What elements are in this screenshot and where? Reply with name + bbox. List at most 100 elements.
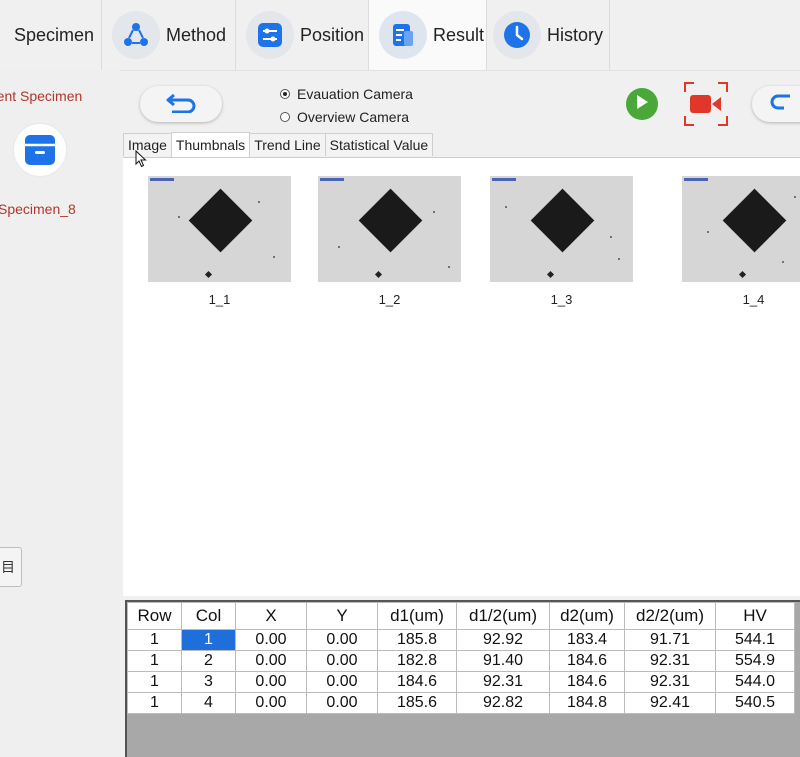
specimen-name: Specimen_8 — [0, 201, 76, 217]
overview-camera-option[interactable]: Overview Camera — [280, 109, 409, 125]
thumbnail-label: 1_1 — [208, 292, 231, 307]
table-cell[interactable]: 2 — [181, 650, 236, 672]
table-cell[interactable]: 0.00 — [306, 629, 378, 651]
back-button[interactable] — [140, 86, 222, 122]
play-button[interactable] — [626, 88, 658, 120]
table-cell[interactable]: 92.31 — [624, 671, 716, 693]
table-cell[interactable]: 91.71 — [624, 629, 716, 651]
table-row[interactable]: 1 3 0.00 0.00 184.6 92.31 184.6 92.31 54… — [127, 671, 795, 693]
thumbnails-panel: 1_1 1_2 1_3 1_4 — [123, 157, 800, 596]
thumbnail-item[interactable]: 1_4 — [682, 176, 800, 307]
table-row[interactable]: 1 4 0.00 0.00 185.6 92.82 184.8 92.41 54… — [127, 692, 795, 714]
table-cell[interactable]: 92.92 — [456, 629, 550, 651]
subtab-statistical-value[interactable]: Statistical Value — [324, 133, 434, 156]
table-cell[interactable]: 0.00 — [235, 692, 307, 714]
table-cell[interactable]: 92.31 — [624, 650, 716, 672]
table-cell[interactable]: 185.8 — [377, 629, 457, 651]
thumbnail-item[interactable]: 1_2 — [318, 176, 461, 307]
specimen-box-icon[interactable] — [14, 124, 66, 176]
table-cell[interactable]: 554.9 — [715, 650, 795, 672]
table-cell[interactable]: 3 — [181, 671, 236, 693]
table-cell[interactable]: 0.00 — [235, 671, 307, 693]
column-header[interactable]: X — [235, 602, 307, 630]
thumbnail-item[interactable]: 1_1 — [148, 176, 291, 307]
tab-history[interactable]: History — [487, 0, 610, 70]
thumbnail-label: 1_4 — [742, 292, 765, 307]
column-header[interactable]: d1/2(um) — [456, 602, 550, 630]
table-cell[interactable]: 544.1 — [715, 629, 795, 651]
table-cell[interactable]: 0.00 — [235, 629, 307, 651]
record-video-button[interactable] — [684, 82, 728, 126]
undo-arrow-icon — [164, 91, 198, 118]
results-table-container: Row Col X Y d1(um) d1/2(um) d2(um) d2/2(… — [125, 600, 800, 757]
current-specimen-label: rent Specimen — [0, 88, 83, 104]
results-table: Row Col X Y d1(um) d1/2(um) d2(um) d2/2(… — [127, 602, 795, 714]
overview-camera-radio[interactable] — [280, 112, 290, 122]
tab-history-label: History — [547, 24, 604, 45]
table-cell[interactable]: 540.5 — [715, 692, 795, 714]
tab-specimen[interactable]: Specimen — [0, 0, 102, 70]
redo-button[interactable] — [752, 86, 800, 122]
tab-result-label: Result — [433, 24, 485, 45]
tab-specimen-label: Specimen — [14, 24, 95, 45]
thumbnail-label: 1_2 — [378, 292, 401, 307]
thumbnail-item[interactable]: 1_3 — [490, 176, 633, 307]
table-cell[interactable]: 183.4 — [549, 629, 625, 651]
table-cell[interactable]: 0.00 — [306, 650, 378, 672]
top-navigation: Specimen Method Position Result History — [0, 0, 800, 71]
left-panel: rent Specimen Specimen_8 目 — [0, 70, 120, 757]
evaluation-camera-radio[interactable] — [280, 89, 290, 99]
table-cell[interactable]: 182.8 — [377, 650, 457, 672]
left-panel-button[interactable]: 目 — [0, 547, 22, 587]
table-cell[interactable]: 0.00 — [306, 671, 378, 693]
column-header[interactable]: Row — [127, 602, 182, 630]
table-cell[interactable]: 184.6 — [377, 671, 457, 693]
column-header[interactable]: Col — [181, 602, 236, 630]
indentation-thumbnail-image[interactable] — [148, 176, 291, 282]
redo-arrow-icon — [770, 91, 796, 118]
indentation-thumbnail-image[interactable] — [682, 176, 800, 282]
overview-camera-label: Overview Camera — [297, 109, 410, 125]
table-cell[interactable]: 92.82 — [456, 692, 550, 714]
table-cell-selected[interactable]: 1 — [181, 629, 236, 651]
column-header[interactable]: d2(um) — [549, 602, 625, 630]
column-header[interactable]: HV — [715, 602, 795, 630]
result-document-icon — [379, 11, 427, 59]
column-header[interactable]: d2/2(um) — [624, 602, 716, 630]
table-cell[interactable]: 184.6 — [549, 671, 625, 693]
evaluation-camera-option[interactable]: Evauation Camera — [280, 86, 413, 102]
thumbnail-label: 1_3 — [550, 292, 573, 307]
evaluation-camera-label: Evauation Camera — [297, 86, 413, 102]
tab-method[interactable]: Method — [102, 0, 236, 70]
column-header[interactable]: Y — [306, 602, 378, 630]
table-cell[interactable]: 1 — [127, 629, 182, 651]
tab-result[interactable]: Result — [369, 0, 487, 70]
table-cell[interactable]: 91.40 — [456, 650, 550, 672]
sliders-icon — [246, 11, 294, 59]
table-cell[interactable]: 0.00 — [306, 692, 378, 714]
table-cell[interactable]: 1 — [127, 671, 182, 693]
table-cell[interactable]: 1 — [127, 692, 182, 714]
table-cell[interactable]: 544.0 — [715, 671, 795, 693]
table-cell[interactable]: 184.6 — [549, 650, 625, 672]
table-cell[interactable]: 92.31 — [456, 671, 550, 693]
result-subtabs: Image Thumbnals Trend Line Statistical V… — [123, 132, 434, 157]
subtab-image[interactable]: Image — [123, 133, 172, 156]
subtab-thumbnails[interactable]: Thumbnals — [170, 132, 251, 157]
table-cell[interactable]: 184.8 — [549, 692, 625, 714]
table-cell[interactable]: 1 — [127, 650, 182, 672]
table-cell[interactable]: 92.41 — [624, 692, 716, 714]
indentation-thumbnail-image[interactable] — [490, 176, 633, 282]
indentation-thumbnail-image[interactable] — [318, 176, 461, 282]
subtab-trend-line[interactable]: Trend Line — [249, 133, 326, 156]
table-row[interactable]: 1 2 0.00 0.00 182.8 91.40 184.6 92.31 55… — [127, 650, 795, 672]
tab-position[interactable]: Position — [236, 0, 369, 70]
table-row[interactable]: 1 1 0.00 0.00 185.8 92.92 183.4 91.71 54… — [127, 629, 795, 651]
table-cell[interactable]: 0.00 — [235, 650, 307, 672]
table-cell[interactable]: 185.6 — [377, 692, 457, 714]
share-nodes-icon — [112, 11, 160, 59]
column-header[interactable]: d1(um) — [377, 602, 457, 630]
play-icon — [635, 94, 649, 115]
tab-position-label: Position — [300, 24, 365, 45]
table-cell[interactable]: 4 — [181, 692, 236, 714]
